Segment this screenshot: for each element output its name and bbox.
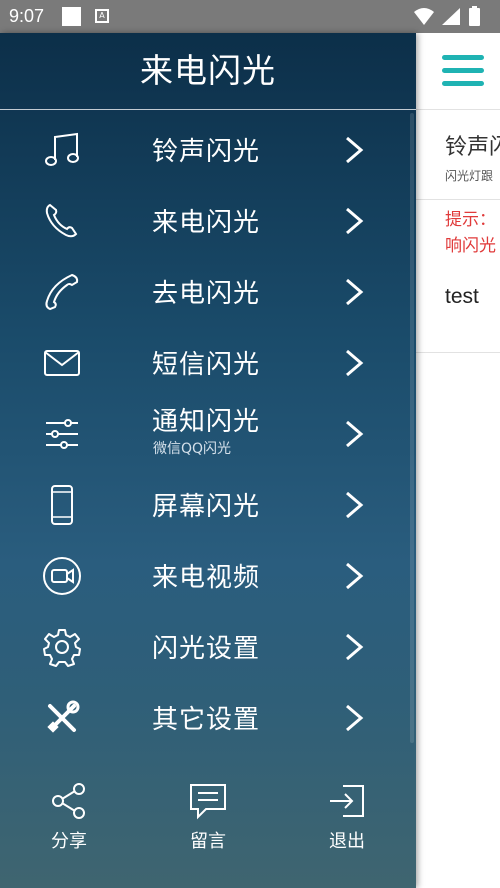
app-notification-icon: A: [95, 9, 109, 23]
chevron-right-icon: [346, 562, 364, 590]
comment-icon: [190, 784, 226, 820]
menu-item-label: 去电闪光: [152, 279, 261, 309]
chevron-right-icon: [346, 704, 364, 732]
menu-item-outgoing-flash[interactable]: 去电闪光: [0, 255, 416, 326]
divider: [416, 199, 500, 200]
exit-button[interactable]: 退出: [297, 781, 397, 861]
menu-item-label: 短信闪光: [152, 350, 261, 380]
tools-icon: [47, 700, 80, 733]
status-bar: 9:07 A: [0, 0, 500, 33]
menu-item-incoming-video[interactable]: 来电视频: [0, 539, 416, 610]
outgoing-phone-icon: [45, 273, 79, 311]
menu-item-sms-flash[interactable]: 短信闪光: [0, 326, 416, 397]
status-icons: [414, 6, 480, 26]
menu-item-flash-settings[interactable]: 闪光设置: [0, 610, 416, 681]
share-icon: [52, 783, 85, 819]
content-title: 铃声闪: [445, 135, 500, 160]
wifi-icon: [414, 8, 434, 25]
navigation-drawer: 来电闪光 铃声闪光 来电闪光 去电闪光 短信闪光 通知闪光 微信QQ闪光 屏幕闪…: [0, 33, 416, 888]
menu-item-label: 铃声闪光: [152, 137, 261, 167]
chevron-right-icon: [346, 136, 364, 164]
battery-icon: [469, 8, 480, 26]
share-button[interactable]: 分享: [19, 781, 119, 861]
menu-item-label: 来电视频: [152, 563, 261, 593]
chevron-right-icon: [346, 278, 364, 306]
message-button[interactable]: 留言: [158, 781, 258, 861]
smartphone-icon: [51, 485, 73, 525]
menu-icon[interactable]: [442, 55, 484, 87]
notification-icon: [62, 7, 81, 26]
signal-icon: [442, 8, 460, 25]
menu-item-screen-flash[interactable]: 屏幕闪光: [0, 468, 416, 539]
content-subtitle: 闪光灯跟: [445, 169, 494, 183]
test-button[interactable]: test: [445, 285, 479, 309]
chevron-right-icon: [346, 207, 364, 235]
menu-item-notification-flash[interactable]: 通知闪光 微信QQ闪光: [0, 397, 416, 468]
gear-icon: [43, 629, 81, 667]
menu-item-label: 来电闪光: [152, 208, 261, 238]
chevron-right-icon: [346, 633, 364, 661]
toolbar: [416, 33, 500, 110]
menu-item-sublabel: 微信QQ闪光: [153, 441, 232, 457]
share-label: 分享: [51, 831, 87, 852]
chevron-right-icon: [346, 420, 364, 448]
menu-item-other-settings[interactable]: 其它设置: [0, 681, 416, 752]
menu-item-label: 屏幕闪光: [152, 492, 261, 522]
drawer-bottom-bar: 分享 留言 退出: [0, 773, 416, 888]
menu-item-incoming-flash[interactable]: 来电闪光: [0, 184, 416, 255]
phone-icon: [45, 203, 78, 238]
main-content: 铃声闪 闪光灯跟 提示： 响闪光 test: [416, 33, 500, 888]
exit-icon: [330, 785, 364, 817]
drawer-divider: [0, 109, 416, 110]
exit-label: 退出: [329, 831, 365, 852]
drawer-title: 来电闪光: [140, 51, 276, 90]
chevron-right-icon: [346, 491, 364, 519]
menu-item-label: 闪光设置: [152, 634, 261, 664]
chevron-right-icon: [346, 349, 364, 377]
video-call-icon: [43, 557, 81, 595]
message-label: 留言: [190, 831, 226, 852]
envelope-icon: [44, 350, 80, 376]
menu-item-ringtone-flash[interactable]: 铃声闪光: [0, 113, 416, 184]
tip-text: 响闪光: [445, 236, 496, 256]
music-note-icon: [45, 132, 79, 166]
divider: [416, 352, 500, 353]
status-time: 9:07: [9, 6, 45, 26]
menu-item-label: 通知闪光: [152, 407, 261, 437]
sliders-icon: [46, 419, 78, 449]
tip-label: 提示：: [445, 210, 496, 230]
menu-item-label: 其它设置: [152, 705, 261, 735]
